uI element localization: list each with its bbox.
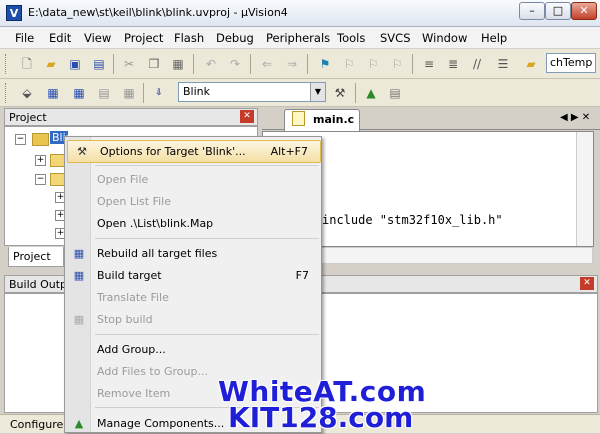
menu-edit[interactable]: Edit — [49, 31, 71, 45]
menu-view[interactable]: View — [84, 31, 111, 45]
comment-icon[interactable]: // — [468, 55, 486, 73]
close-icon[interactable]: ✕ — [240, 110, 254, 123]
cut-icon[interactable]: ✂ — [120, 55, 138, 73]
undo-icon[interactable]: ↶ — [202, 55, 220, 73]
save-all-icon[interactable]: ▤ — [90, 55, 108, 73]
menu-project[interactable]: Project — [124, 31, 163, 45]
target-icon — [32, 133, 49, 146]
vertical-scrollbar[interactable] — [576, 132, 593, 246]
toolbar-grip[interactable] — [5, 54, 9, 74]
menu-separator — [95, 238, 319, 239]
menu-item-open-list-file[interactable]: Open List File — [65, 191, 321, 212]
file-icon — [292, 111, 305, 126]
menu-separator — [95, 165, 319, 166]
collapse-icon[interactable]: − — [35, 174, 46, 185]
save-icon[interactable]: ▣ — [66, 55, 84, 73]
toolbar-grip[interactable] — [5, 83, 9, 103]
menu-separator — [95, 334, 319, 335]
paste-icon[interactable]: ▦ — [169, 55, 187, 73]
toolbar-separator — [307, 54, 308, 74]
toolbar-separator — [355, 83, 356, 103]
watermark-line-2: KIT128.com — [228, 401, 414, 434]
close-button[interactable]: ✕ — [571, 2, 597, 20]
find-in-files-icon[interactable]: ▰ — [522, 55, 540, 73]
collapse-icon[interactable]: − — [15, 134, 26, 145]
copy-icon[interactable]: ❐ — [145, 55, 163, 73]
toolbar-separator — [143, 83, 144, 103]
menu-svcs[interactable]: SVCS — [380, 31, 411, 45]
menu-item-open-map[interactable]: Open .\List\blink.Map — [65, 213, 321, 234]
target-select[interactable]: Blink — [178, 82, 326, 102]
menu-debug[interactable]: Debug — [216, 31, 254, 45]
menu-peripherals[interactable]: Peripherals — [266, 31, 330, 45]
menu-help[interactable]: Help — [481, 31, 507, 45]
menu-item-add-group[interactable]: Add Group... — [65, 339, 321, 360]
chevron-down-icon[interactable]: ▼ — [310, 83, 325, 101]
prev-bookmark-icon[interactable]: ⚐ — [340, 55, 358, 73]
app-icon: V — [6, 5, 22, 21]
build-icon: ▦ — [73, 269, 85, 282]
open-folder-icon[interactable]: ▰ — [42, 55, 60, 73]
translate-icon[interactable]: ⬙ — [18, 84, 36, 102]
minimize-button[interactable]: – — [519, 2, 545, 20]
stop-build-icon[interactable]: ▦ — [120, 84, 138, 102]
menu-item-rebuild-all[interactable]: ▦ Rebuild all target files — [65, 243, 321, 264]
scroll-right-icon[interactable]: ▶ — [571, 112, 579, 123]
new-file-icon[interactable]: 🗋 — [18, 55, 36, 73]
menu-item-open-file[interactable]: Open File — [65, 169, 321, 190]
menu-bar: File Edit View Project Flash Debug Perip… — [0, 27, 600, 49]
rebuild-icon[interactable]: ▦ — [70, 84, 88, 102]
clear-bookmarks-icon[interactable]: ⚐ — [388, 55, 406, 73]
menu-item-stop-build[interactable]: ▦ Stop build — [65, 309, 321, 330]
project-panel-title: Project — [4, 108, 258, 126]
maximize-button[interactable]: □ — [545, 2, 571, 20]
toolbar-separator — [193, 54, 194, 74]
toolbar-separator — [250, 54, 251, 74]
toolbar-separator — [113, 54, 114, 74]
toolbar-separator — [412, 54, 413, 74]
close-icon[interactable]: ✕ — [580, 277, 594, 290]
next-bookmark-icon[interactable]: ⚐ — [364, 55, 382, 73]
menu-item-translate-file[interactable]: Translate File — [65, 287, 321, 308]
code-line: include "stm32f10x_lib.h" — [322, 213, 503, 227]
target-options-icon: ⚒ — [77, 145, 87, 158]
unindent-icon[interactable]: ≣ — [444, 55, 462, 73]
find-input[interactable]: chTemp — [546, 53, 596, 73]
select-packet-icon[interactable]: ▤ — [386, 84, 404, 102]
tab-project[interactable]: Project — [8, 247, 64, 267]
navigate-back-icon[interactable]: ⇐ — [258, 55, 276, 73]
redo-icon[interactable]: ↷ — [226, 55, 244, 73]
stop-build-icon: ▦ — [73, 313, 85, 326]
menu-tools[interactable]: Tools — [337, 31, 365, 45]
manage-components-icon: ▲ — [74, 417, 84, 430]
bookmark-icon[interactable]: ⚑ — [316, 55, 334, 73]
menu-item-options-for-target[interactable]: ⚒ Options for Target 'Blink'... Alt+F7 — [67, 140, 321, 163]
navigate-forward-icon[interactable]: ⇒ — [283, 55, 301, 73]
standard-toolbar: 🗋 ▰ ▣ ▤ ✂ ❐ ▦ ↶ ↷ ⇐ ⇒ ⚑ ⚐ ⚐ ⚐ ≡ ≣ // ☰ ▰ — [0, 49, 600, 79]
download-icon[interactable]: ⇩ — [150, 84, 168, 102]
indent-icon[interactable]: ≡ — [420, 55, 438, 73]
menu-window[interactable]: Window — [422, 31, 467, 45]
uncomment-icon[interactable]: ☰ — [494, 55, 512, 73]
menu-flash[interactable]: Flash — [174, 31, 204, 45]
build-icon[interactable]: ▦ — [44, 84, 62, 102]
close-tab-icon[interactable]: ✕ — [582, 112, 590, 123]
expand-icon[interactable]: + — [35, 155, 46, 166]
editor-nav: ◀ ▶ ✕ — [560, 112, 600, 123]
target-options-icon[interactable]: ⚒ — [331, 84, 349, 102]
menu-item-build-target[interactable]: ▦ Build target F7 — [65, 265, 321, 286]
rebuild-icon: ▦ — [73, 247, 85, 260]
menu-file[interactable]: File — [15, 31, 34, 45]
scroll-left-icon[interactable]: ◀ — [560, 112, 568, 123]
manage-components-icon[interactable]: ▲ — [362, 84, 380, 102]
window-title: E:\data_new\st\keil\blink\blink.uvproj -… — [28, 6, 288, 19]
batch-build-icon[interactable]: ▤ — [95, 84, 113, 102]
